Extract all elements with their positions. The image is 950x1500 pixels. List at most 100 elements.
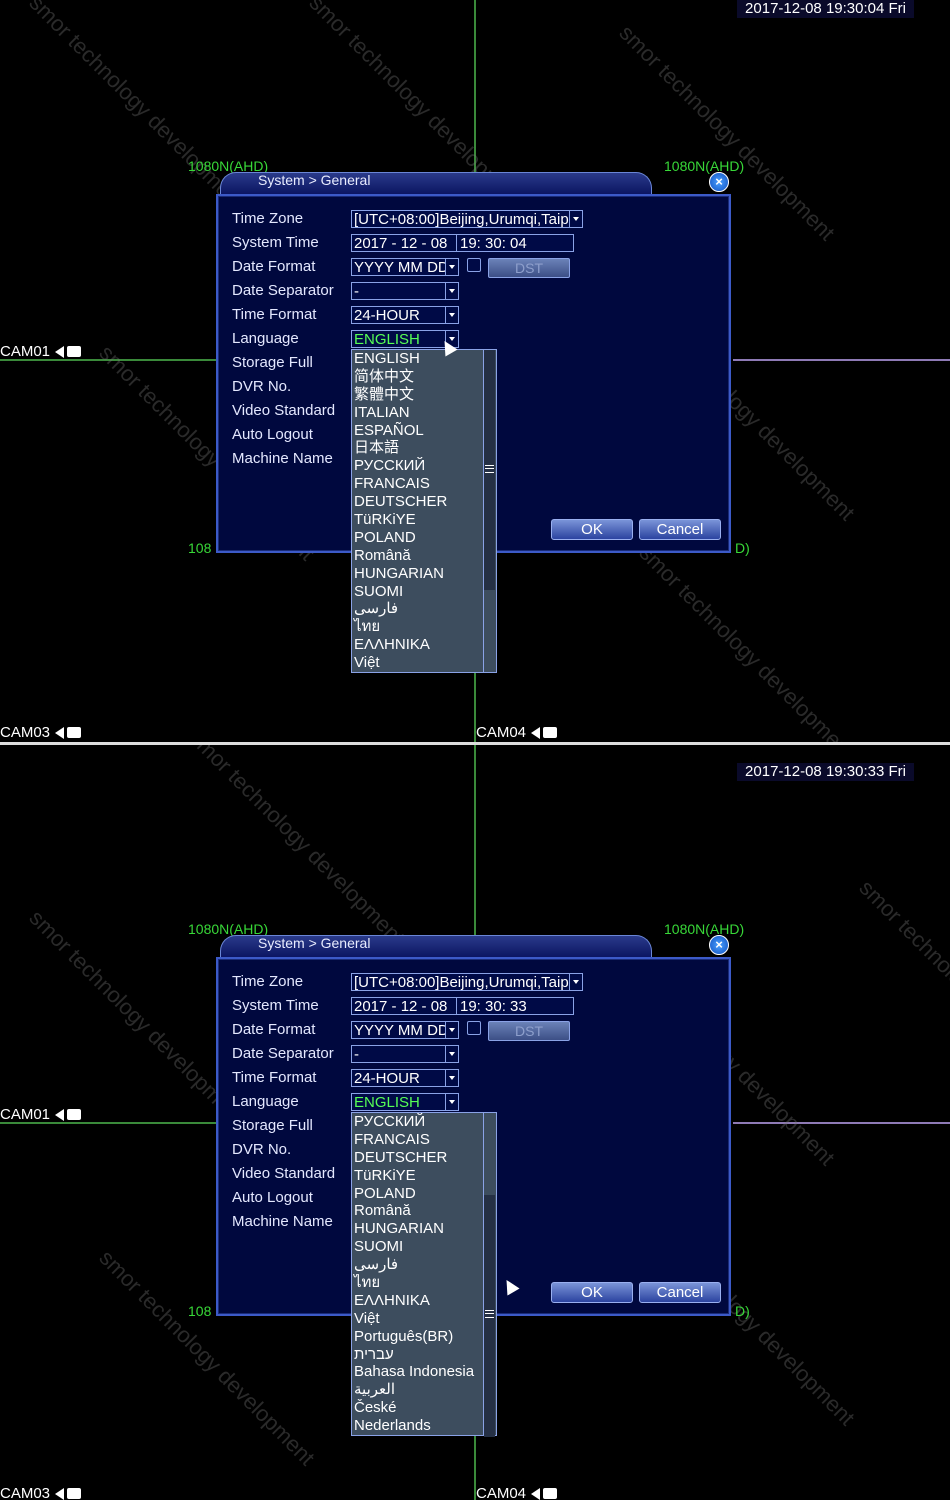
language-option[interactable]: SUOMI [352, 583, 496, 601]
language-option[interactable]: ESPAÑOL [352, 422, 496, 440]
language-option[interactable]: ENGLISH [352, 350, 496, 368]
dst-button[interactable]: DST [488, 258, 570, 278]
language-option[interactable]: Português(BR) [352, 1328, 496, 1346]
language-option[interactable]: ไทย [352, 618, 496, 636]
language-option[interactable]: 简体中文 [352, 368, 496, 386]
label-dvr-no: DVR No. [232, 378, 292, 395]
ok-button[interactable]: OK [551, 519, 633, 540]
resolution-label: 108 [188, 540, 212, 556]
language-option[interactable]: ΕΛΛΗΝΙΚΑ [352, 1292, 496, 1310]
chevron-down-icon [569, 974, 582, 990]
date-separator-select[interactable]: - [351, 282, 459, 300]
label-language: Language [232, 1093, 299, 1110]
system-date-value: 2017 - 12 - 08 [354, 235, 448, 252]
language-option[interactable]: TüRKiYE [352, 511, 496, 529]
language-dropdown-list[interactable]: ENGLISH 简体中文 繁體中文 ITALIAN ESPAÑOL 日本語 РУССКИЙ F… [351, 349, 497, 673]
camera-label-cam04: CAM04 [476, 724, 558, 741]
language-option[interactable]: РУССКИЙ [352, 457, 496, 475]
time-format-select[interactable]: 24-HOUR [351, 1069, 459, 1087]
language-option[interactable]: Việt [352, 1310, 496, 1328]
language-option[interactable]: Română [352, 547, 496, 565]
camera-name: CAM01 [0, 343, 51, 360]
language-option[interactable]: Română [352, 1202, 496, 1220]
cancel-button[interactable]: Cancel [639, 1282, 721, 1303]
language-option[interactable]: FRANCAIS [352, 1131, 496, 1149]
chevron-down-icon [445, 307, 458, 323]
dst-checkbox[interactable] [467, 1021, 481, 1035]
language-option[interactable]: ไทย [352, 1274, 496, 1292]
chevron-down-icon [445, 1070, 458, 1086]
dialog-title-bar: System > General × [216, 933, 731, 958]
cancel-button[interactable]: Cancel [639, 519, 721, 540]
language-option[interactable]: FRANCAIS [352, 475, 496, 493]
language-option[interactable]: TüRKiYE [352, 1167, 496, 1185]
date-format-select[interactable]: YYYY MM DD [351, 1021, 459, 1039]
language-option[interactable]: فارسی [352, 600, 496, 618]
language-option[interactable]: HUNGARIAN [352, 1220, 496, 1238]
watermark: smor technology development [854, 875, 950, 1100]
system-date-value: 2017 - 12 - 08 [354, 998, 448, 1015]
chevron-down-icon [569, 211, 582, 227]
language-option[interactable]: فارسی [352, 1256, 496, 1274]
language-option[interactable]: עברית [352, 1346, 496, 1364]
label-time-zone: Time Zone [232, 973, 304, 990]
chevron-down-icon [445, 259, 458, 275]
label-time-zone: Time Zone [232, 210, 304, 227]
ok-button[interactable]: OK [551, 1282, 633, 1303]
language-option[interactable]: DEUTSCHER [352, 1149, 496, 1167]
language-option[interactable]: ΕΛΛΗΝΙΚΑ [352, 636, 496, 654]
camera-label-cam01: CAM01 [0, 1106, 82, 1123]
dst-button[interactable]: DST [488, 1021, 570, 1041]
language-option[interactable]: 繁體中文 [352, 386, 496, 404]
language-option[interactable]: Nederlands [352, 1417, 496, 1435]
camera-label-cam03: CAM03 [0, 1485, 82, 1500]
speaker-icon [55, 345, 65, 358]
dialog-panel: Time Zone [UTC+08:00]Beijing,Urumqi,Taip… [216, 194, 731, 673]
time-format-select[interactable]: 24-HOUR [351, 306, 459, 324]
language-option[interactable]: Việt [352, 654, 496, 672]
dst-checkbox[interactable] [467, 258, 481, 272]
label-storage-full: Storage Full [232, 354, 313, 371]
close-button[interactable]: × [709, 935, 729, 955]
language-dropdown-list[interactable]: РУССКИЙ FRANCAIS DEUTSCHER TüRKiYE POLAND Rom… [351, 1112, 497, 1437]
label-dvr-no: DVR No. [232, 1141, 292, 1158]
dropdown-scrollbar[interactable] [483, 1113, 496, 1437]
system-time-field[interactable]: 2017 - 12 - 08 19: 30: 33 [351, 997, 574, 1015]
camera-icon [543, 1488, 558, 1499]
label-date-separator: Date Separator [232, 282, 334, 299]
clock-display: 2017-12-08 19:30:04 Fri [737, 0, 914, 18]
system-time-value: 19: 30: 33 [460, 998, 527, 1015]
speaker-icon [531, 1487, 541, 1500]
label-system-time: System Time [232, 234, 319, 251]
language-option[interactable]: HUNGARIAN [352, 565, 496, 583]
dvr-screen-bottom: 2017-12-08 19:30:33 Fri smor technology … [0, 745, 950, 1500]
close-button[interactable]: × [709, 172, 729, 192]
language-option[interactable]: SUOMI [352, 1238, 496, 1256]
language-option[interactable]: POLAND [352, 529, 496, 547]
label-video-standard: Video Standard [232, 402, 336, 419]
label-date-separator: Date Separator [232, 1045, 334, 1062]
language-option[interactable]: POLAND [352, 1185, 496, 1203]
label-date-format: Date Format [232, 258, 316, 275]
language-option[interactable]: العربية [352, 1381, 496, 1399]
system-time-field[interactable]: 2017 - 12 - 08 19: 30: 04 [351, 234, 574, 252]
speaker-icon [531, 726, 541, 739]
camera-icon [543, 727, 558, 738]
language-option[interactable]: РУССКИЙ [352, 1113, 496, 1131]
dropdown-scrollbar[interactable] [483, 350, 496, 672]
resolution-label: D) [735, 1303, 750, 1319]
language-option[interactable]: 日本語 [352, 439, 496, 457]
date-separator-select[interactable]: - [351, 1045, 459, 1063]
language-option[interactable]: Bahasa Indonesia [352, 1363, 496, 1381]
language-option[interactable]: ITALIAN [352, 404, 496, 422]
language-option[interactable]: České [352, 1399, 496, 1417]
chevron-down-icon [445, 1022, 458, 1038]
label-language: Language [232, 330, 299, 347]
label-time-format: Time Format [232, 1069, 317, 1086]
time-zone-select[interactable]: [UTC+08:00]Beijing,Urumqi,Taipei [351, 973, 583, 991]
language-option[interactable]: DEUTSCHER [352, 493, 496, 511]
time-zone-select[interactable]: [UTC+08:00]Beijing,Urumqi,Taipei [351, 210, 583, 228]
language-select[interactable]: ENGLISH [351, 1093, 459, 1111]
chevron-down-icon [445, 1094, 458, 1110]
date-format-select[interactable]: YYYY MM DD [351, 258, 459, 276]
